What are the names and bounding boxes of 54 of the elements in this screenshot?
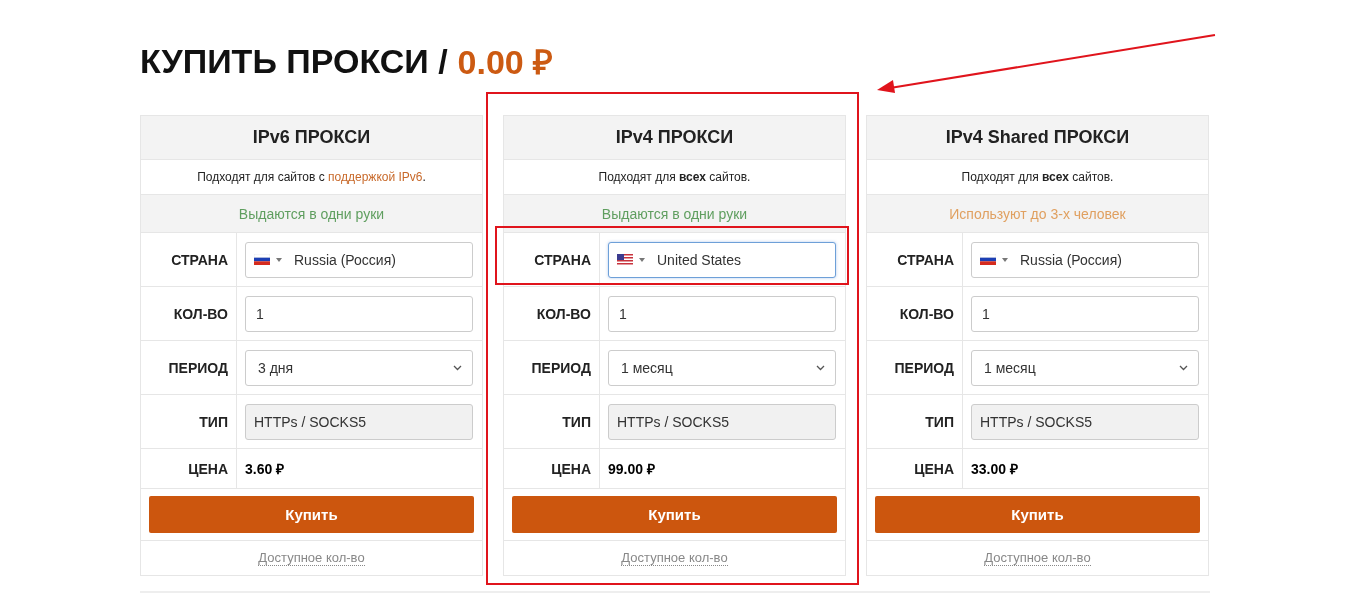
caret-icon (276, 257, 282, 262)
chevron-down-icon (453, 364, 462, 371)
field-label: ТИП (562, 413, 591, 430)
description-text: Подходят для сайтов с поддержкой IPv6. (197, 170, 426, 184)
price-value: 3.60 ₽ (245, 460, 285, 478)
type-field: HTTPs / SOCKS5 (608, 403, 836, 440)
availability-link[interactable]: Доступное кол-во (258, 550, 365, 566)
period-select[interactable]: 3 дня (245, 349, 473, 386)
usage-note: Выдаются в одни руки (601, 205, 748, 222)
field-label: СТРАНА (171, 251, 228, 268)
buy-button[interactable]: Купить (875, 496, 1200, 533)
card-title: IPv6 ПРОКСИ (252, 127, 371, 148)
period-select[interactable]: 1 месяц (608, 349, 836, 386)
field-label: СТРАНА (534, 251, 591, 268)
usage-note: Используют до 3-х человек (949, 205, 1126, 222)
price-value: 33.00 ₽ (971, 460, 1018, 478)
availability-link[interactable]: Доступное кол-во (984, 550, 1091, 566)
quantity-field[interactable]: 1 (608, 295, 836, 332)
card-title: IPv4 Shared ПРОКСИ (945, 127, 1130, 148)
field-label: СТРАНА (897, 251, 954, 268)
country-select[interactable]: United States (608, 241, 836, 278)
cart-total: 0.00 ₽ (457, 42, 554, 83)
field-label: ЦЕНА (188, 460, 228, 477)
field-label: КОЛ-ВО (173, 305, 228, 322)
usage-note: Выдаются в одни руки (238, 205, 385, 222)
period-select[interactable]: 1 месяц (971, 349, 1199, 386)
type-field: HTTPs / SOCKS5 (971, 403, 1199, 440)
type-field: HTTPs / SOCKS5 (245, 403, 473, 440)
page-title: КУПИТЬ ПРОКСИ / (140, 41, 448, 81)
field-label: КОЛ-ВО (899, 305, 954, 322)
field-label: ЦЕНА (551, 460, 591, 477)
buy-button[interactable]: Купить (512, 496, 837, 533)
chevron-down-icon (1179, 364, 1188, 371)
field-label: ЦЕНА (914, 460, 954, 477)
caret-icon (1002, 257, 1008, 262)
buy-button[interactable]: Купить (149, 496, 474, 533)
field-label: ТИП (199, 413, 228, 430)
field-label: ТИП (925, 413, 954, 430)
chevron-down-icon (816, 364, 825, 371)
description-text: Подходят для всех сайтов. (961, 170, 1114, 184)
quantity-field[interactable]: 1 (245, 295, 473, 332)
country-select[interactable]: Russia (Россия) (971, 241, 1199, 278)
price-value: 99.00 ₽ (608, 460, 655, 478)
quantity-field[interactable]: 1 (971, 295, 1199, 332)
field-label: КОЛ-ВО (536, 305, 591, 322)
card-title: IPv4 ПРОКСИ (615, 127, 734, 148)
availability-link[interactable]: Доступное кол-во (621, 550, 728, 566)
field-label: ПЕРИОД (894, 359, 954, 376)
caret-icon (639, 257, 645, 262)
description-text: Подходят для всех сайтов. (598, 170, 751, 184)
field-label: ПЕРИОД (168, 359, 228, 376)
country-select[interactable]: Russia (Россия) (245, 241, 473, 278)
field-label: ПЕРИОД (531, 359, 591, 376)
support-link[interactable]: поддержкой IPv6 (328, 170, 423, 184)
